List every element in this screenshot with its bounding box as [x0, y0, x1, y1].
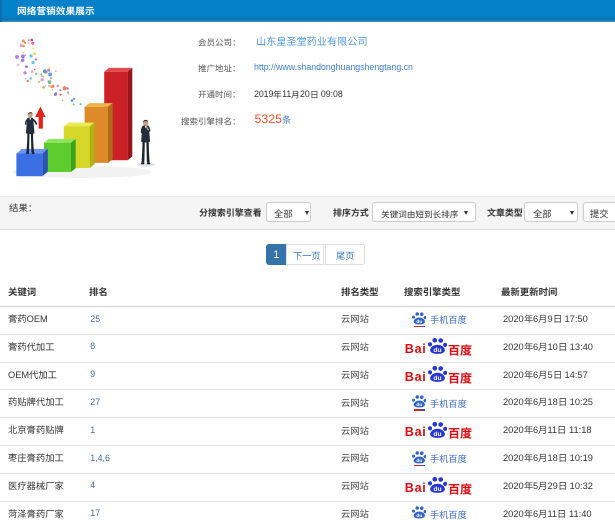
svg-text:du: du	[416, 318, 422, 324]
svg-text:du: du	[434, 347, 442, 354]
svg-text:du: du	[416, 457, 422, 463]
svg-text:du: du	[434, 431, 442, 438]
svg-text:du: du	[416, 513, 422, 519]
svg-text:du: du	[434, 375, 442, 382]
svg-text:du: du	[416, 402, 422, 408]
svg-text:du: du	[434, 486, 442, 493]
